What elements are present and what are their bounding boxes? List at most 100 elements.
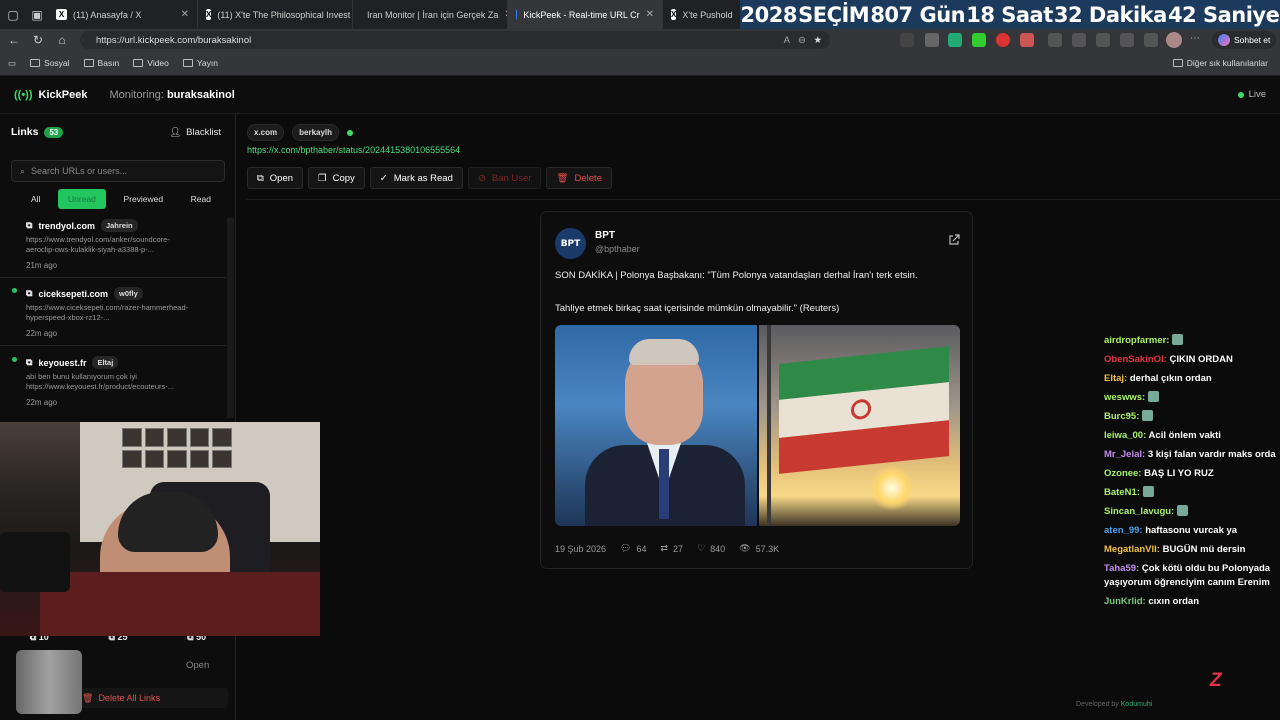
delete-all-label: Delete All Links	[98, 693, 160, 703]
chat-text: ÇIKIN ORDAN	[1169, 354, 1233, 365]
post-metrics: 19 Şub 2026 💬︎ 64 ⇄ 27 ♡ 840 👁︎ 57.3K	[555, 543, 779, 554]
copy-button[interactable]: ❐ Copy	[308, 167, 365, 189]
bookmark-label: Diğer sık kullanılanlar	[1186, 58, 1268, 68]
retweet-metric[interactable]: ⇄ 27	[661, 543, 684, 554]
list-item[interactable]: ⧉ keyouest.fr Eltaj abi ben bunu kullanı…	[0, 347, 226, 414]
ban-label: Ban User	[491, 172, 532, 184]
filter-unread[interactable]: Unread	[58, 189, 106, 209]
tab-philosophical[interactable]: X (11) X'te The Philosophical Invest ✕	[198, 0, 353, 29]
workspaces-icon[interactable]: ▣	[26, 8, 48, 22]
tab-actions-icon[interactable]: ▭	[8, 58, 16, 69]
monitoring-label: Monitoring:	[109, 88, 164, 101]
chat-username[interactable]: Eltaj:	[1104, 373, 1127, 384]
monitoring-user: buraksakinol	[166, 88, 235, 101]
iran-flag	[779, 346, 949, 474]
chat-username[interactable]: Ozonee:	[1104, 468, 1141, 479]
copilot-chat-button[interactable]: Sohbet et	[1212, 31, 1277, 49]
chat-username[interactable]: Mr_Jelal:	[1104, 449, 1145, 460]
close-icon[interactable]: ✕	[646, 9, 654, 20]
browser-essentials-icon[interactable]	[1120, 33, 1134, 47]
tab-kickpeek[interactable]: KickPeek - Real-time URL Cr ✕	[508, 0, 663, 29]
folder-icon	[182, 59, 193, 67]
user-chip[interactable]: berkaylh	[292, 124, 340, 141]
back-icon[interactable]: ←	[2, 33, 26, 47]
favorites-icon[interactable]	[1096, 33, 1110, 47]
developer-name: Kodumuhi	[1120, 701, 1153, 708]
list-item[interactable]: ⧉ ciceksepeti.com w0fly https://www.cice…	[0, 278, 226, 346]
read-aloud-icon[interactable]: A	[784, 35, 790, 46]
post-media[interactable]	[555, 325, 960, 526]
selected-url-link[interactable]: https://x.com/bpthaber/status/2024415380…	[247, 145, 460, 155]
tab-iran-monitor[interactable]: Iran Monitor | İran için Gerçek Za ✕	[353, 0, 508, 29]
bookmark-video[interactable]: Video	[133, 58, 169, 68]
chat-username[interactable]: Sincan_lavugu:	[1104, 506, 1174, 517]
filter-all[interactable]: All	[11, 189, 50, 209]
split-screen-icon[interactable]	[1048, 33, 1062, 47]
reader-icon[interactable]: ⊖	[798, 35, 806, 46]
reload-icon[interactable]: ↻	[26, 33, 50, 47]
retweet-count: 27	[673, 543, 684, 554]
photo-tie	[659, 449, 669, 519]
collections-icon[interactable]	[1144, 33, 1158, 47]
unread-dot-icon	[12, 288, 17, 293]
reply-metric[interactable]: 💬︎ 64	[620, 543, 646, 554]
delete-button[interactable]: 🗑︎ Delete	[546, 167, 612, 189]
search-input[interactable]: ⌕ Search URLs or users...	[11, 160, 225, 182]
link-time: 21m ago	[26, 261, 58, 270]
chat-username[interactable]: JunKrlid:	[1104, 596, 1146, 607]
bookmark-yayin[interactable]: Yayın	[182, 58, 218, 68]
close-icon[interactable]: ✕	[181, 9, 189, 20]
extension-icon[interactable]	[1020, 33, 1034, 47]
chat-username[interactable]: weswws:	[1104, 392, 1145, 403]
tab-pusholde[interactable]: X X'te Pusholde	[663, 0, 733, 29]
link-domain: ciceksepeti.com	[38, 288, 108, 299]
open-button[interactable]: ⧉ Open	[247, 167, 304, 189]
delete-all-button[interactable]: 🗑︎ Delete All Links	[78, 688, 228, 708]
extension-icon[interactable]	[972, 33, 986, 47]
chat-username[interactable]: aten_99:	[1104, 525, 1143, 536]
external-link-icon[interactable]	[948, 234, 960, 246]
chat-username[interactable]: ObenSakinOl:	[1104, 354, 1167, 365]
chat-message: Ozonee: BAŞ LI YO RUZ	[1104, 467, 1280, 481]
extensions-icon[interactable]	[1072, 33, 1086, 47]
chat-text: 3 kişi falan vardır maks orda	[1147, 449, 1276, 460]
bookmark-sosyal[interactable]: Sosyal	[30, 58, 70, 68]
brand[interactable]: ((•)) KickPeek	[14, 89, 87, 101]
chat-message: Eltaj: derhal çıkın ordan	[1104, 372, 1280, 386]
chat-username[interactable]: MegatlanVII:	[1104, 544, 1160, 555]
url-input[interactable]: https://url.kickpeek.com/buraksakinol A …	[80, 31, 830, 49]
chat-username[interactable]: leiwa_00:	[1104, 430, 1146, 441]
home-icon[interactable]: ⌂	[50, 33, 74, 47]
user-tag[interactable]: w0fly	[113, 287, 143, 300]
extension-icon[interactable]	[948, 33, 962, 47]
list-item[interactable]: ⧉ trendyol.com Jahrein https://www.trend…	[0, 214, 226, 278]
chat-username[interactable]: BateN1:	[1104, 487, 1140, 498]
chat-username[interactable]: airdropfarmer:	[1104, 335, 1169, 346]
user-tag[interactable]: Eltaj	[92, 356, 119, 369]
mark-as-read-button[interactable]: ✓ Mark as Read	[369, 167, 463, 189]
eye-icon: 👁︎	[739, 543, 751, 553]
bookmark-basin[interactable]: Basın	[83, 58, 119, 68]
extension-icon[interactable]	[925, 33, 939, 47]
source-chip[interactable]: x.com	[247, 124, 285, 141]
list-scrollbar[interactable]	[227, 218, 234, 418]
ban-user-button[interactable]: ⊘ Ban User	[467, 167, 542, 189]
blacklist-button[interactable]: 👤︎ Blacklist	[169, 127, 221, 138]
tab-anasayfa[interactable]: X (11) Anasayfa / X ✕	[48, 0, 198, 29]
open-button[interactable]: Open	[186, 660, 209, 671]
avatar[interactable]	[1166, 32, 1182, 48]
filter-previewed[interactable]: Previewed	[113, 189, 173, 209]
chat-username[interactable]: Taha59:	[1104, 563, 1139, 574]
extension-icon[interactable]	[996, 33, 1010, 47]
filter-read[interactable]: Read	[181, 189, 225, 209]
chat-username[interactable]: Burc95:	[1104, 411, 1139, 422]
extension-icon[interactable]	[900, 33, 914, 47]
user-tag[interactable]: Jahrein	[100, 219, 138, 232]
links-header: Links 53	[11, 126, 64, 138]
tab-menu-icon[interactable]: ▢	[0, 8, 26, 22]
favorite-star-icon[interactable]: ★	[813, 35, 822, 46]
webcam-overlay	[0, 422, 320, 636]
bookmark-other[interactable]: Diğer sık kullanılanlar	[1172, 58, 1268, 68]
like-metric[interactable]: ♡ 840	[697, 543, 725, 554]
more-menu-icon[interactable]: ⋯	[1190, 33, 1200, 44]
